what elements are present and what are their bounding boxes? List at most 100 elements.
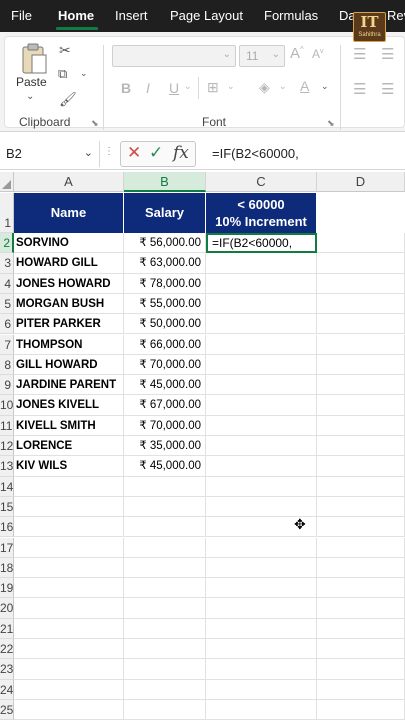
cell-name[interactable]: JONES HOWARD xyxy=(14,273,124,294)
format-painter-icon[interactable]: 🖌 xyxy=(59,91,77,108)
empty-cell[interactable] xyxy=(206,557,317,579)
cancel-icon[interactable]: ✕ xyxy=(127,143,141,163)
empty-cell[interactable] xyxy=(317,233,405,254)
header-name[interactable]: Name xyxy=(14,193,124,233)
tab-formulas[interactable]: Formulas xyxy=(264,8,318,23)
header-salary[interactable]: Salary xyxy=(124,193,206,233)
empty-cell[interactable] xyxy=(317,375,405,396)
empty-cell[interactable] xyxy=(14,557,124,579)
empty-cell[interactable] xyxy=(206,578,317,599)
empty-cell[interactable] xyxy=(206,436,317,457)
clipboard-launcher-icon[interactable]: ⬊ xyxy=(91,118,99,129)
paste-label[interactable]: Paste xyxy=(16,75,47,89)
cell-salary[interactable]: ₹ 45,000.00 xyxy=(124,375,206,396)
empty-cell[interactable] xyxy=(317,476,405,497)
empty-cell[interactable] xyxy=(317,293,405,315)
align-top-icon[interactable]: ☰ xyxy=(353,45,366,63)
cell-salary[interactable]: ₹ 63,000.00 xyxy=(124,253,206,274)
borders-dropdown-icon[interactable]: ⌄ xyxy=(227,81,235,92)
row-header-21[interactable]: 21 xyxy=(0,618,14,639)
empty-cell[interactable] xyxy=(206,314,317,335)
paste-icon[interactable] xyxy=(19,41,49,77)
empty-cell[interactable] xyxy=(317,578,405,599)
empty-cell[interactable] xyxy=(317,314,405,335)
empty-cell[interactable] xyxy=(14,476,124,497)
column-header-b[interactable]: B xyxy=(124,172,206,192)
empty-cell[interactable] xyxy=(124,496,206,518)
header-increment[interactable]: < 60000 10% Increment xyxy=(206,193,317,233)
fill-color-icon[interactable]: ◈ xyxy=(259,79,270,96)
row-header-18[interactable]: 18 xyxy=(0,557,14,579)
copy-icon[interactable]: ⧉ xyxy=(58,66,67,82)
empty-cell[interactable] xyxy=(14,537,124,558)
empty-cell[interactable] xyxy=(14,639,124,660)
cell-salary[interactable]: ₹ 78,000.00 xyxy=(124,273,206,294)
empty-cell[interactable] xyxy=(206,699,317,720)
row-header-8[interactable]: 8 xyxy=(0,354,14,376)
empty-cell[interactable] xyxy=(14,517,124,538)
font-name-dropdown-icon[interactable]: ⌄ xyxy=(223,49,231,60)
empty-cell[interactable] xyxy=(317,354,405,376)
empty-cell[interactable] xyxy=(317,253,405,274)
align-left-icon[interactable]: ☰ xyxy=(353,80,366,98)
empty-cell[interactable] xyxy=(206,537,317,558)
more-icon[interactable]: ⋮ xyxy=(104,146,114,157)
row-header-1[interactable]: 1 xyxy=(0,193,14,233)
tab-review[interactable]: Rev xyxy=(387,8,405,23)
empty-cell[interactable] xyxy=(14,496,124,518)
empty-cell[interactable] xyxy=(317,517,405,538)
cell-name[interactable]: HOWARD GILL xyxy=(14,253,124,274)
empty-cell[interactable] xyxy=(206,253,317,274)
empty-cell[interactable] xyxy=(317,334,405,355)
empty-cell[interactable] xyxy=(14,598,124,619)
empty-cell[interactable] xyxy=(124,557,206,579)
underline-dropdown-icon[interactable]: ⌄ xyxy=(184,81,192,92)
row-header-5[interactable]: 5 xyxy=(0,293,14,315)
cell-salary[interactable]: ₹ 70,000.00 xyxy=(124,354,206,376)
empty-cell[interactable] xyxy=(206,334,317,355)
borders-icon[interactable]: ⊞ xyxy=(207,79,219,96)
tab-insert[interactable]: Insert xyxy=(115,8,148,23)
empty-cell[interactable] xyxy=(124,618,206,639)
cell-name[interactable]: GILL HOWARD xyxy=(14,354,124,376)
empty-cell[interactable] xyxy=(317,699,405,720)
decrease-font-icon[interactable]: Av xyxy=(312,47,324,61)
row-header-13[interactable]: 13 xyxy=(0,456,14,477)
font-color-dropdown-icon[interactable]: ⌄ xyxy=(321,81,329,92)
empty-cell[interactable] xyxy=(124,679,206,700)
empty-cell[interactable] xyxy=(317,496,405,518)
column-header-a[interactable]: A xyxy=(14,172,124,192)
empty-cell[interactable] xyxy=(206,618,317,639)
font-size-dropdown-icon[interactable]: ⌄ xyxy=(272,49,280,60)
align-center-icon[interactable]: ☰ xyxy=(381,80,394,98)
empty-cell[interactable] xyxy=(124,639,206,660)
paste-dropdown-icon[interactable]: ⌄ xyxy=(26,91,34,102)
font-size-combo[interactable]: 11 ⌄ xyxy=(239,45,285,67)
empty-cell[interactable] xyxy=(317,273,405,294)
empty-cell[interactable] xyxy=(317,415,405,436)
row-header-2[interactable]: 2 xyxy=(0,233,14,254)
empty-cell[interactable] xyxy=(124,659,206,680)
cell-name[interactable]: KIVELL SMITH xyxy=(14,415,124,436)
select-all-button[interactable] xyxy=(0,172,14,192)
empty-cell[interactable] xyxy=(206,273,317,294)
empty-cell[interactable] xyxy=(206,659,317,680)
empty-cell[interactable] xyxy=(14,618,124,639)
cell-name[interactable]: JONES KIVELL xyxy=(14,395,124,416)
cell-salary[interactable]: ₹ 55,000.00 xyxy=(124,293,206,315)
cell-salary[interactable]: ₹ 56,000.00 xyxy=(124,233,206,254)
empty-cell[interactable] xyxy=(206,476,317,497)
empty-cell[interactable] xyxy=(317,456,405,477)
row-header-20[interactable]: 20 xyxy=(0,598,14,619)
empty-cell[interactable] xyxy=(206,598,317,619)
cell-salary[interactable]: ₹ 66,000.00 xyxy=(124,334,206,355)
tab-page-layout[interactable]: Page Layout xyxy=(170,8,243,23)
cell-name[interactable]: LORENCE xyxy=(14,436,124,457)
empty-cell[interactable] xyxy=(317,659,405,680)
empty-cell[interactable] xyxy=(206,375,317,396)
empty-cell[interactable] xyxy=(317,557,405,579)
empty-cell[interactable] xyxy=(206,639,317,660)
row-header-10[interactable]: 10 xyxy=(0,395,14,416)
row-header-24[interactable]: 24 xyxy=(0,679,14,700)
empty-cell[interactable] xyxy=(14,659,124,680)
